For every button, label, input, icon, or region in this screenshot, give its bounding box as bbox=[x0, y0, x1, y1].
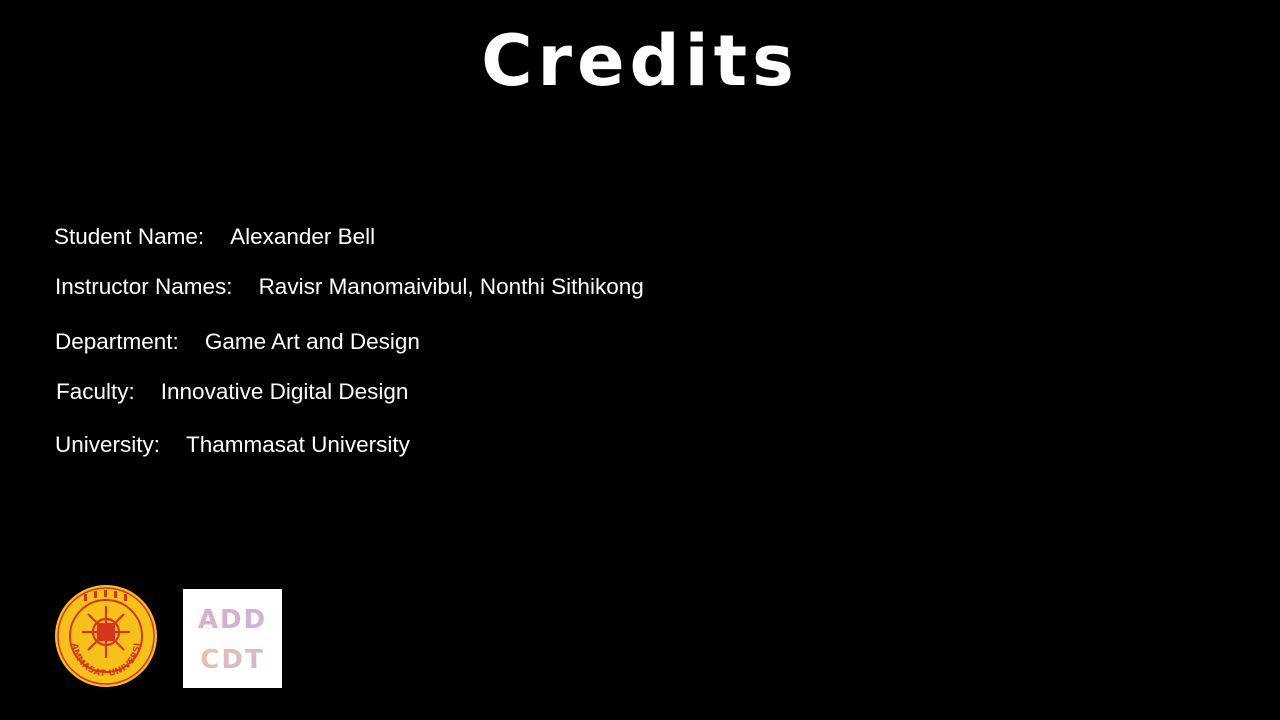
credit-row-faculty: Faculty: Innovative Digital Design bbox=[56, 379, 409, 404]
credit-row-university: University: Thammasat University bbox=[55, 432, 410, 457]
add-cdt-logo: ADD CDT bbox=[183, 589, 282, 688]
logo-text-cdt: CDT bbox=[200, 645, 264, 675]
credit-row-student: Student Name: Alexander Bell bbox=[54, 224, 376, 249]
credits-screen: Credits Student Name: Alexander Bell Inst… bbox=[0, 0, 1280, 720]
faculty-value: Innovative Digital Design bbox=[160, 379, 409, 404]
instructor-names-label: Instructor Names: bbox=[55, 274, 233, 299]
seal-graphic: THAMMASAT UNIVERSITY bbox=[50, 577, 157, 687]
credit-row-instructor: Instructor Names: Ravisr Manomaivibul, No… bbox=[55, 274, 644, 299]
university-value: Thammasat University bbox=[186, 432, 410, 457]
add-cdt-logo-graphic: ADD CDT bbox=[198, 605, 267, 675]
student-name-label: Student Name: bbox=[54, 224, 205, 249]
credit-row-department: Department: Game Art and Design bbox=[55, 329, 420, 354]
student-name-value: Alexander Bell bbox=[230, 224, 376, 249]
instructor-names-value: Ravisr Manomaivibul, Nonthi Sithikong bbox=[258, 274, 644, 299]
thammasat-university-seal: THAMMASAT UNIVERSITY bbox=[50, 577, 158, 688]
logo-text-add: ADD bbox=[198, 605, 267, 635]
university-label: University: bbox=[55, 432, 161, 457]
seal-emblem bbox=[82, 606, 130, 658]
department-label: Department: bbox=[55, 329, 179, 354]
department-value: Game Art and Design bbox=[204, 329, 420, 354]
faculty-label: Faculty: bbox=[56, 379, 135, 404]
credits-title: Credits bbox=[481, 20, 799, 102]
